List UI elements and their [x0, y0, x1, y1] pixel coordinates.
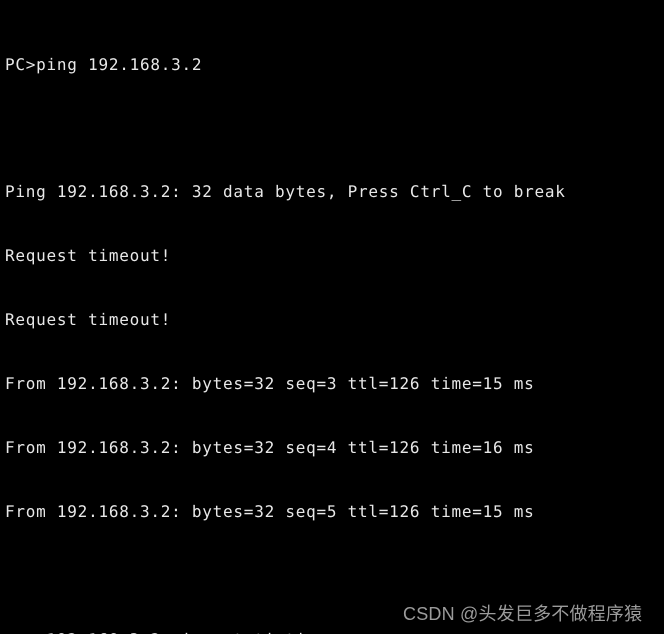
- terminal-line-stats-header-1: --- 192.168.3.2 ping statistics ---: [5, 629, 664, 634]
- terminal-line-prompt-1: PC>ping 192.168.3.2: [5, 54, 203, 74]
- terminal-line-reply: From 192.168.3.2: bytes=32 seq=3 ttl=126…: [5, 374, 535, 394]
- terminal-line-timeout: Request timeout!: [5, 310, 172, 330]
- terminal-line-timeout: Request timeout!: [5, 246, 172, 266]
- terminal-line-reply: From 192.168.3.2: bytes=32 seq=4 ttl=126…: [5, 437, 535, 457]
- terminal-line-ping-header-1: Ping 192.168.3.2: 32 data bytes, Press C…: [5, 182, 566, 202]
- terminal-output[interactable]: PC>ping 192.168.3.2 Ping 192.168.3.2: 32…: [0, 0, 664, 634]
- terminal-screen: PC>ping 192.168.3.2 Ping 192.168.3.2: 32…: [0, 0, 664, 634]
- terminal-line-reply: From 192.168.3.2: bytes=32 seq=5 ttl=126…: [5, 501, 535, 521]
